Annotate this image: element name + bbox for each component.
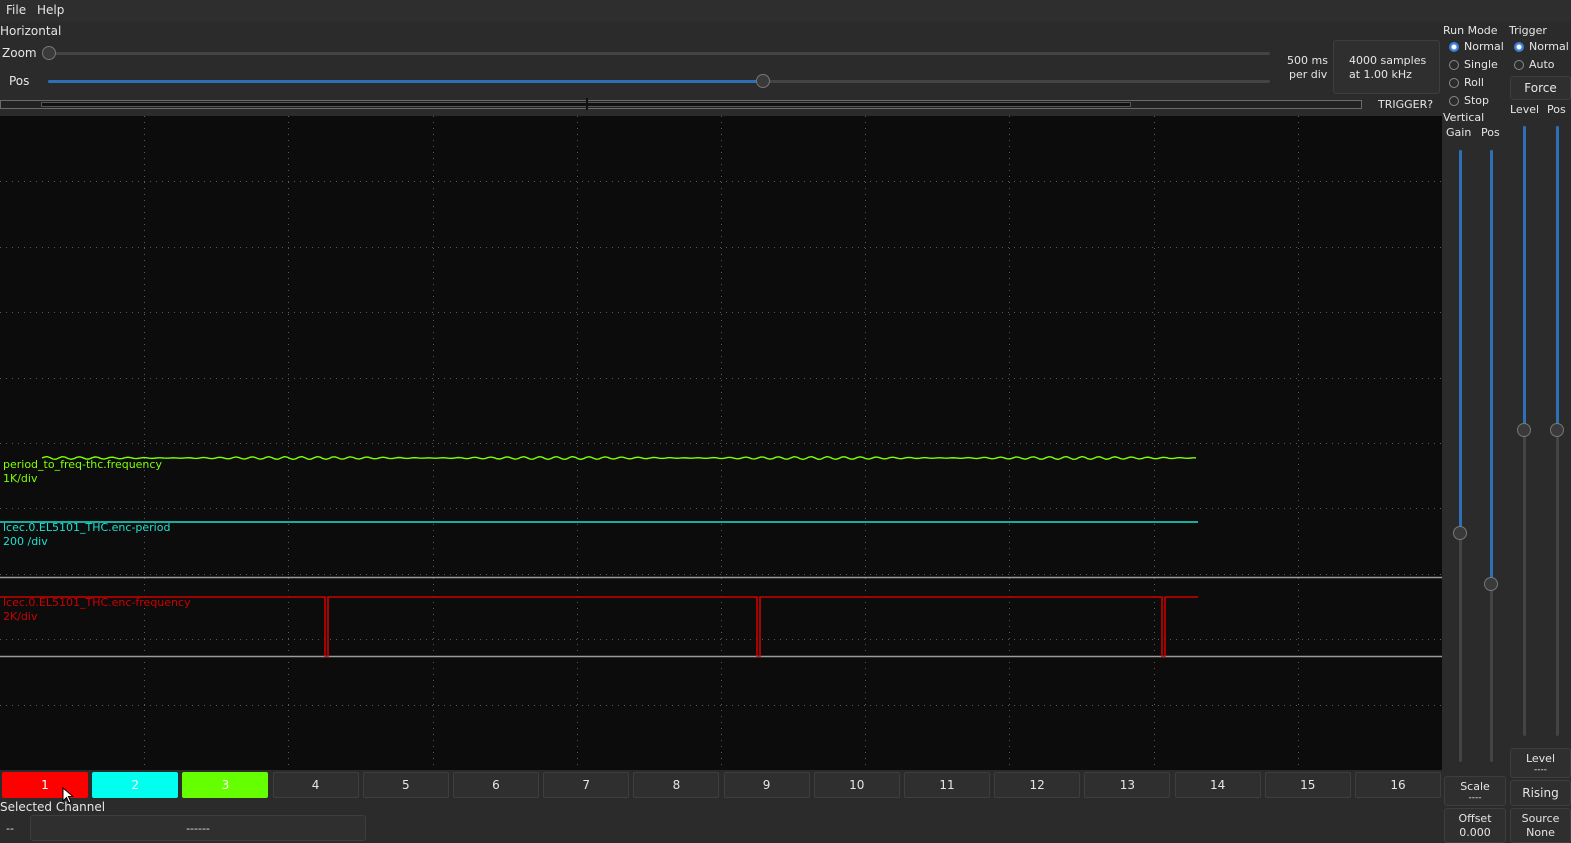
mouse-cursor-icon <box>62 787 74 804</box>
trigger-level-slider-handle[interactable] <box>1517 423 1531 437</box>
record-overview-marker <box>586 98 588 110</box>
trigger-source-value: None <box>1526 826 1555 839</box>
timebase-unit: per div <box>1289 68 1328 81</box>
menu-file[interactable]: File <box>6 3 26 17</box>
trigger-level-readout: Level ---- <box>1510 748 1571 778</box>
trigger-level-label: Level <box>1510 103 1540 116</box>
sample-rate: at 1.00 kHz <box>1349 68 1412 81</box>
trigger-source-button[interactable]: Source None <box>1510 808 1571 843</box>
vertical-offset-label: Offset <box>1458 812 1492 825</box>
selected-channel-label: Selected Channel <box>0 800 106 814</box>
trigger-mode-radio-auto[interactable] <box>1514 60 1524 70</box>
trigger-status: TRIGGER? <box>1378 98 1434 111</box>
channel-button-6[interactable]: 6 <box>453 772 539 798</box>
vertical-gain-label: Gain <box>1446 126 1472 139</box>
vertical-offset-value: 0.000 <box>1459 826 1491 839</box>
trace-label-2: lcec.0.EL5101_THC.enc-period 200 /div <box>3 521 170 549</box>
trace-2-scale: 200 /div <box>3 535 48 548</box>
vertical-scale-value: ---- <box>1468 793 1482 803</box>
samples-box: 4000 samples at 1.00 kHz <box>1333 40 1440 94</box>
trigger-level-readout-label: Level <box>1525 752 1556 765</box>
trigger-pos-slider-fill <box>1556 126 1559 430</box>
record-overview-bar[interactable] <box>0 98 1362 110</box>
zoom-slider-track[interactable] <box>48 52 1270 55</box>
channel-button-4[interactable]: 4 <box>272 772 359 798</box>
timebase-value: 500 ms <box>1287 54 1328 67</box>
menu-bar: File Help <box>0 0 1571 22</box>
pos-slider-handle[interactable] <box>756 74 770 88</box>
channel-button-12[interactable]: 12 <box>994 772 1081 798</box>
trigger-mode-radio-normal[interactable] <box>1514 42 1524 52</box>
trace-3-scale: 1K/div <box>3 472 38 485</box>
trigger-level-slider-fill <box>1523 126 1526 430</box>
run-mode-label: Run Mode <box>1443 24 1498 37</box>
run-mode-radio-stop[interactable] <box>1449 96 1459 106</box>
channel-button-3[interactable]: 3 <box>182 772 269 798</box>
trigger-mode-option-normal[interactable]: Normal <box>1529 40 1569 53</box>
pos-slider-fill <box>48 80 763 83</box>
horizontal-section-label: Horizontal <box>0 24 62 38</box>
trigger-label: Trigger <box>1509 24 1547 37</box>
channel-button-8[interactable]: 8 <box>633 772 720 798</box>
trigger-edge-button[interactable]: Rising <box>1510 780 1571 806</box>
selected-channel-id: -- <box>6 822 14 835</box>
run-mode-radio-single[interactable] <box>1449 60 1459 70</box>
channel-button-1[interactable]: 1 <box>2 772 88 798</box>
vertical-offset-button[interactable]: Offset 0.000 <box>1444 808 1506 843</box>
vertical-gain-slider-handle[interactable] <box>1453 526 1467 540</box>
zoom-label: Zoom <box>2 46 37 60</box>
selected-channel-name-box[interactable]: ------ <box>30 815 366 841</box>
trigger-mode-option-auto[interactable]: Auto <box>1529 58 1555 71</box>
channel-button-11[interactable]: 11 <box>904 772 990 798</box>
vertical-pos-slider-fill <box>1490 150 1493 584</box>
vertical-gain-slider-fill <box>1459 150 1462 533</box>
trace-label-3: period_to_freq-thc.frequency 1K/div <box>3 458 162 486</box>
vertical-scale-readout: Scale ---- <box>1444 776 1506 806</box>
channel-button-7[interactable]: 7 <box>543 772 630 798</box>
run-mode-radio-roll[interactable] <box>1449 78 1459 88</box>
channel-button-13[interactable]: 13 <box>1084 772 1171 798</box>
channel-button-2[interactable]: 2 <box>92 772 179 798</box>
trace-1-scale: 2K/div <box>3 610 38 623</box>
zoom-slider-handle[interactable] <box>42 46 56 60</box>
run-mode-option-single[interactable]: Single <box>1464 58 1498 71</box>
menu-help[interactable]: Help <box>37 3 64 17</box>
vertical-pos-label: Pos <box>1481 126 1500 139</box>
trace-1-name: lcec.0.EL5101_THC.enc-frequency <box>3 596 191 609</box>
trace-3-name: period_to_freq-thc.frequency <box>3 458 162 471</box>
trace-2-name: lcec.0.EL5101_THC.enc-period <box>3 521 171 534</box>
trigger-pos-slider-handle[interactable] <box>1550 423 1564 437</box>
trigger-level-readout-value: ---- <box>1534 765 1547 775</box>
trigger-source-label: Source <box>1521 812 1560 825</box>
vertical-scale-label: Scale <box>1460 780 1490 793</box>
channel-button-15[interactable]: 15 <box>1264 772 1351 798</box>
vertical-label: Vertical <box>1443 111 1485 124</box>
channel-button-10[interactable]: 10 <box>813 772 900 798</box>
channel-button-9[interactable]: 9 <box>723 772 810 798</box>
pos-label: Pos <box>9 74 30 88</box>
force-button[interactable]: Force <box>1510 76 1571 100</box>
run-mode-option-stop[interactable]: Stop <box>1464 94 1489 107</box>
run-mode-radio-normal[interactable] <box>1449 42 1459 52</box>
trigger-pos-label: Pos <box>1547 103 1566 116</box>
scope-graticule <box>0 116 1442 770</box>
vertical-pos-slider-handle[interactable] <box>1484 577 1498 591</box>
channel-button-5[interactable]: 5 <box>362 772 449 798</box>
run-mode-option-roll[interactable]: Roll <box>1464 76 1484 89</box>
trace-label-1: lcec.0.EL5101_THC.enc-frequency 2K/div <box>3 596 191 624</box>
channel-button-16[interactable]: 16 <box>1355 772 1441 798</box>
scope-display[interactable]: period_to_freq-thc.frequency 1K/div lcec… <box>0 116 1442 770</box>
run-mode-option-normal[interactable]: Normal <box>1464 40 1504 53</box>
samples-count: 4000 samples <box>1349 54 1427 67</box>
channel-button-14[interactable]: 14 <box>1174 772 1261 798</box>
trace-3-waveform <box>41 455 1197 461</box>
selected-channel-name: ------ <box>186 822 210 835</box>
